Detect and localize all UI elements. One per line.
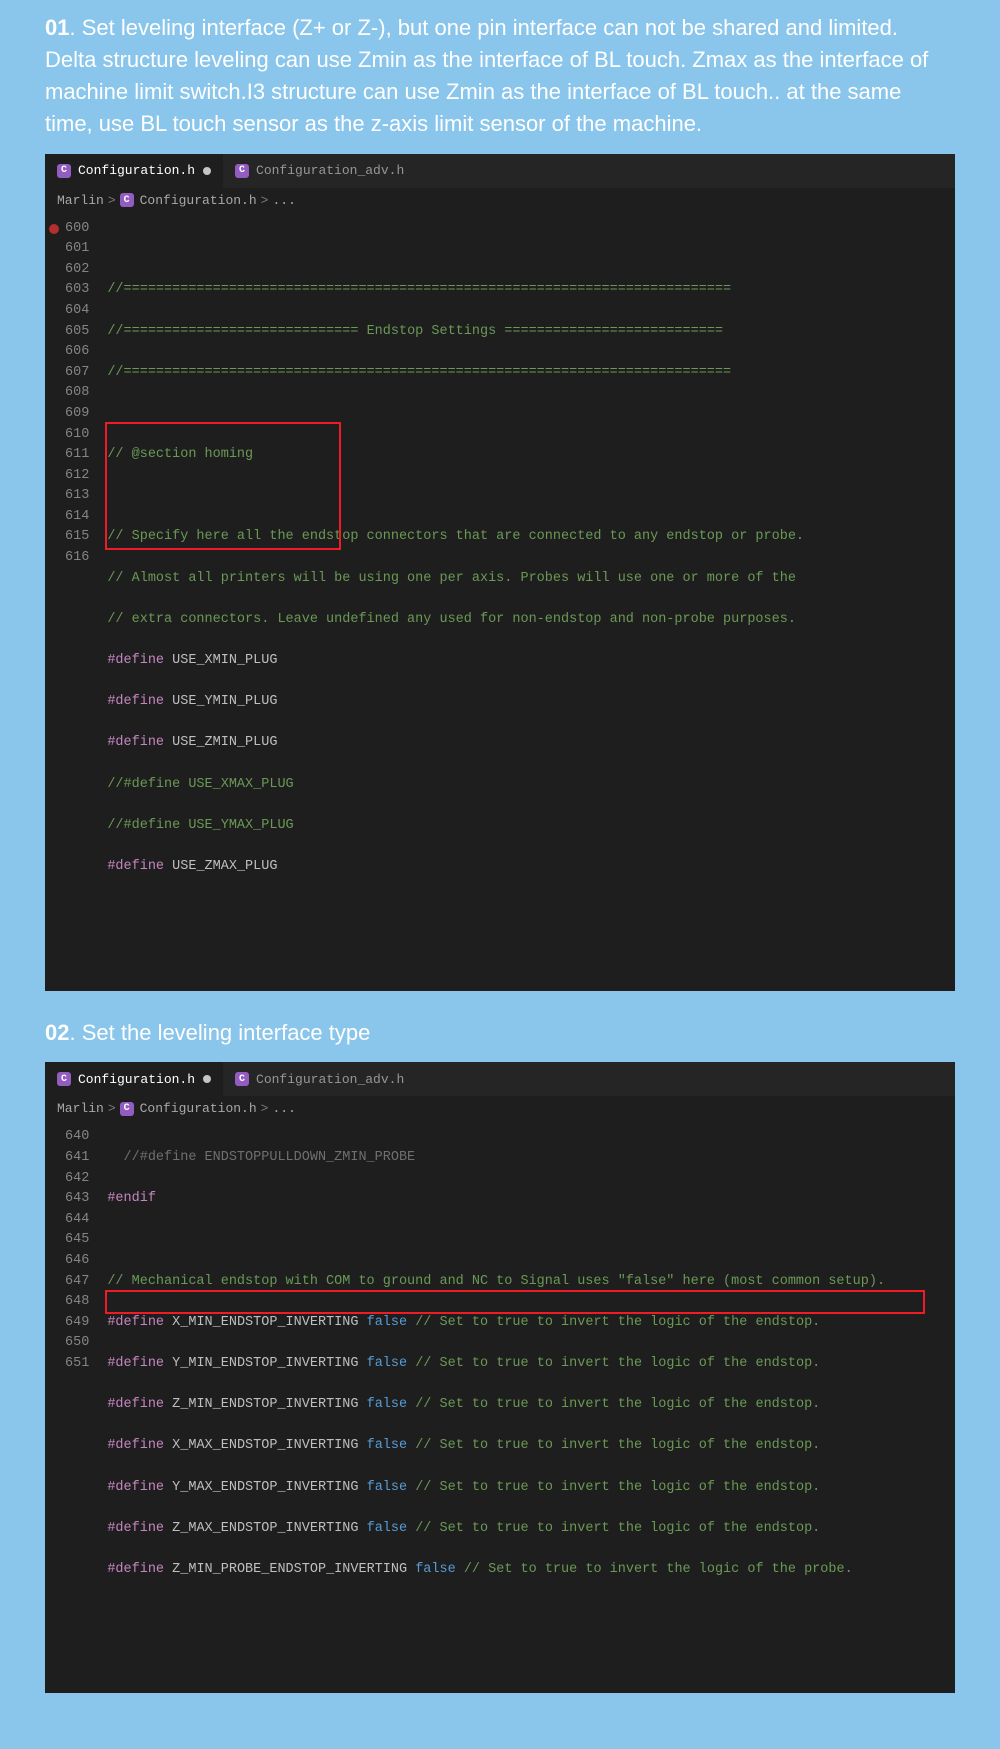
tab-label: Configuration.h bbox=[78, 1072, 195, 1087]
breakpoint-gutter[interactable] bbox=[45, 1125, 63, 1683]
tab-bar: C Configuration.h C Configuration_adv.h bbox=[45, 154, 955, 188]
breadcrumb-root[interactable]: Marlin bbox=[57, 193, 104, 208]
breadcrumb: Marlin > C Configuration.h > ... bbox=[45, 188, 955, 217]
code-content[interactable]: //#define ENDSTOPPULLDOWN_ZMIN_PROBE #en… bbox=[103, 1125, 955, 1683]
step-2-text: Set the leveling interface type bbox=[82, 1020, 371, 1045]
tab-configuration-h[interactable]: C Configuration.h bbox=[45, 1062, 223, 1096]
step-1-number: 01 bbox=[45, 15, 69, 40]
step-2-dot: . bbox=[69, 1020, 75, 1045]
line-number-gutter: 600601602 603604605 606607608 609610611 … bbox=[63, 217, 103, 981]
tab-label: Configuration_adv.h bbox=[256, 163, 404, 178]
breakpoint-icon[interactable] bbox=[49, 224, 59, 234]
tab-bar: C Configuration.h C Configuration_adv.h bbox=[45, 1062, 955, 1096]
code-editor-2: C Configuration.h C Configuration_adv.h … bbox=[45, 1062, 955, 1693]
chevron-right-icon: > bbox=[108, 193, 116, 208]
step-1-dot: . bbox=[69, 15, 75, 40]
step-1-heading: 01. Set leveling interface (Z+ or Z-), b… bbox=[45, 12, 955, 140]
tab-label: Configuration_adv.h bbox=[256, 1072, 404, 1087]
dirty-indicator-icon bbox=[203, 167, 211, 175]
breakpoint-gutter[interactable] bbox=[45, 217, 63, 981]
code-content[interactable]: //======================================… bbox=[103, 217, 955, 981]
c-file-icon: C bbox=[120, 1102, 134, 1116]
code-editor-1: C Configuration.h C Configuration_adv.h … bbox=[45, 154, 955, 991]
chevron-right-icon: > bbox=[261, 1101, 269, 1116]
c-file-icon: C bbox=[120, 193, 134, 207]
tab-configuration-h[interactable]: C Configuration.h bbox=[45, 154, 223, 188]
code-area[interactable]: 600601602 603604605 606607608 609610611 … bbox=[45, 217, 955, 991]
highlight-box-icon bbox=[105, 1290, 925, 1314]
c-file-icon: C bbox=[57, 1072, 71, 1086]
breadcrumb-file[interactable]: Configuration.h bbox=[140, 193, 257, 208]
breadcrumb-more[interactable]: ... bbox=[272, 193, 295, 208]
breadcrumb-root[interactable]: Marlin bbox=[57, 1101, 104, 1116]
chevron-right-icon: > bbox=[261, 193, 269, 208]
c-file-icon: C bbox=[57, 164, 71, 178]
step-2-number: 02 bbox=[45, 1020, 69, 1045]
line-number-gutter: 640641642 643644645 646647648 649650651 bbox=[63, 1125, 103, 1683]
tab-configuration-adv-h[interactable]: C Configuration_adv.h bbox=[223, 154, 416, 188]
breadcrumb-file[interactable]: Configuration.h bbox=[140, 1101, 257, 1116]
step-2-heading: 02. Set the leveling interface type bbox=[45, 1017, 955, 1049]
breadcrumb-more[interactable]: ... bbox=[272, 1101, 295, 1116]
c-file-icon: C bbox=[235, 164, 249, 178]
c-file-icon: C bbox=[235, 1072, 249, 1086]
dirty-indicator-icon bbox=[203, 1075, 211, 1083]
tab-configuration-adv-h[interactable]: C Configuration_adv.h bbox=[223, 1062, 416, 1096]
tab-label: Configuration.h bbox=[78, 163, 195, 178]
code-area[interactable]: 640641642 643644645 646647648 649650651 … bbox=[45, 1125, 955, 1693]
step-1-text: Set leveling interface (Z+ or Z-), but o… bbox=[45, 15, 928, 136]
breadcrumb: Marlin > C Configuration.h > ... bbox=[45, 1096, 955, 1125]
chevron-right-icon: > bbox=[108, 1101, 116, 1116]
